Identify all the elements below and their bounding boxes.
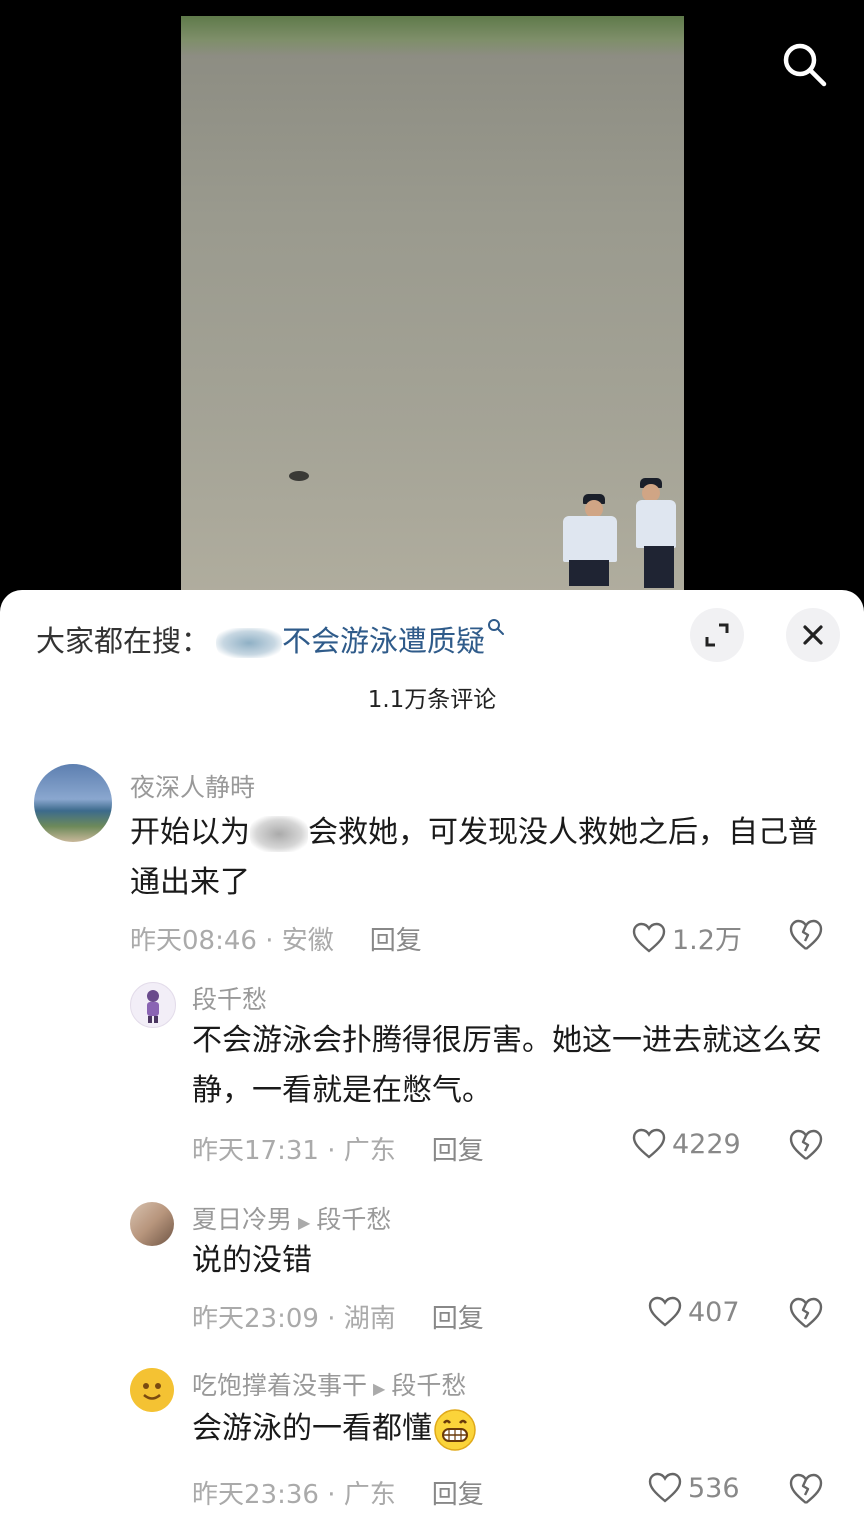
reply-item: 夏日冷男 ▶ 段千愁 说的没错 昨天23:09 · 湖南 回复 407 bbox=[0, 1200, 864, 1350]
like-count: 407 bbox=[688, 1296, 740, 1328]
comment-meta: 昨天23:09 · 湖南 回复 bbox=[192, 1304, 484, 1334]
hot-search-bar[interactable]: 大家都在搜： 不会游泳遭质疑 bbox=[36, 618, 505, 660]
broken-heart-icon[interactable] bbox=[788, 1128, 824, 1162]
comment-username[interactable]: 夜深人静時 bbox=[130, 768, 255, 804]
avatar[interactable] bbox=[130, 1368, 174, 1412]
search-button[interactable] bbox=[780, 40, 828, 88]
video-frame bbox=[181, 16, 684, 596]
reply-arrow-icon: ▶ bbox=[373, 1379, 386, 1398]
expand-icon bbox=[705, 623, 729, 647]
close-icon bbox=[803, 625, 823, 645]
like-button[interactable]: 1.2万 bbox=[632, 918, 742, 957]
like-count: 536 bbox=[688, 1472, 740, 1504]
comment-text: 开始以为 会救她，可发现没人救她之后，自己普通出来了 bbox=[130, 815, 818, 900]
avatar[interactable] bbox=[130, 982, 176, 1028]
like-button[interactable]: 4229 bbox=[632, 1128, 741, 1160]
hot-search-keyword[interactable]: 不会游泳遭质疑 bbox=[282, 624, 485, 658]
close-button[interactable] bbox=[786, 608, 840, 662]
video-player[interactable] bbox=[0, 0, 864, 600]
comment-item: 夜深人静時 开始以为 会救她，可发现没人救她之后，自己普通出来了 昨天08:46 … bbox=[0, 760, 864, 960]
heart-icon bbox=[648, 1296, 682, 1327]
like-button[interactable]: 536 bbox=[648, 1472, 740, 1504]
avatar-face bbox=[130, 1368, 174, 1412]
river-bank bbox=[181, 16, 684, 56]
reply-arrow-icon: ▶ bbox=[298, 1213, 311, 1232]
search-small-icon bbox=[488, 619, 505, 635]
comment-text: 会游泳的一看都懂 bbox=[192, 1404, 822, 1454]
swimmer-figure bbox=[289, 471, 309, 481]
heart-icon bbox=[632, 922, 666, 953]
reply-button[interactable]: 回复 bbox=[370, 926, 422, 956]
broken-heart-icon[interactable] bbox=[788, 1296, 824, 1330]
like-count: 1.2万 bbox=[672, 925, 742, 956]
reply-button[interactable]: 回复 bbox=[432, 1136, 484, 1166]
reply-item: 段千愁 不会游泳会扑腾得很厉害。她这一进去就这么安静，一看就是在憋气。 昨天17… bbox=[0, 980, 864, 1180]
avatar-figure bbox=[147, 990, 159, 1023]
broken-heart-icon[interactable] bbox=[788, 918, 824, 952]
comment-meta: 昨天08:46 · 安徽 回复 bbox=[130, 926, 422, 956]
grin-emoji bbox=[434, 1408, 476, 1451]
blurred-name bbox=[250, 815, 308, 852]
avatar[interactable] bbox=[130, 1202, 174, 1246]
like-button[interactable]: 407 bbox=[648, 1296, 740, 1328]
reply-to-username[interactable]: 段千愁 bbox=[316, 1205, 391, 1234]
comment-username[interactable]: 夏日冷男 ▶ 段千愁 bbox=[192, 1200, 391, 1236]
comment-count: 1.1万条评论 bbox=[367, 687, 497, 713]
expand-button[interactable] bbox=[690, 608, 744, 662]
comment-sheet: 大家都在搜： 不会游泳遭质疑 1.1万条评论 夜深人静時 开始以为 会救她，可发现没… bbox=[0, 590, 864, 1530]
reply-item: 吃饱撑着没事干 ▶ 段千愁 会游泳的一看都懂 昨天23:36 · 广东 回复 536 bbox=[0, 1366, 864, 1530]
comment-text: 不会游泳会扑腾得很厉害。她这一进去就这么安静，一看就是在憋气。 bbox=[192, 1023, 822, 1108]
broken-heart-icon[interactable] bbox=[788, 1472, 824, 1506]
reply-button[interactable]: 回复 bbox=[432, 1480, 484, 1510]
comment-username[interactable]: 段千愁 bbox=[192, 980, 267, 1016]
comment-meta: 昨天17:31 · 广东 回复 bbox=[192, 1136, 484, 1166]
avatar[interactable] bbox=[34, 764, 112, 842]
blurred-name bbox=[216, 628, 283, 658]
reply-button[interactable]: 回复 bbox=[432, 1304, 484, 1334]
like-count: 4229 bbox=[672, 1128, 741, 1160]
heart-icon bbox=[648, 1472, 682, 1503]
comment-text: 说的没错 bbox=[192, 1243, 312, 1278]
search-icon bbox=[783, 43, 827, 87]
comment-username[interactable]: 吃饱撑着没事干 ▶ 段千愁 bbox=[192, 1366, 466, 1402]
heart-icon bbox=[632, 1128, 666, 1159]
hot-search-prefix: 大家都在搜： bbox=[36, 624, 211, 658]
comment-meta: 昨天23:36 · 广东 回复 bbox=[192, 1480, 484, 1510]
reply-to-username[interactable]: 段千愁 bbox=[391, 1371, 466, 1400]
